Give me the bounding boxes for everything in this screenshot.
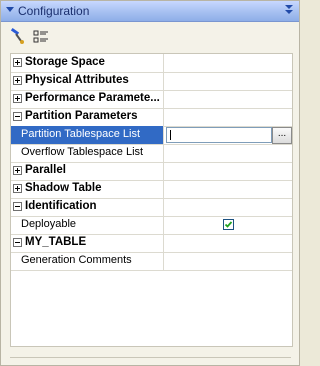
expand-plus-icon[interactable] [13,184,22,193]
category-label: Performance Paramete... [25,92,160,104]
row-name-cell: Parallel [11,162,164,180]
expand-plus-icon[interactable] [13,58,22,67]
property-row[interactable]: Deployable [11,216,292,235]
deployable-checkbox[interactable] [223,219,234,230]
property-row-selected[interactable]: Partition Tablespace List ... [11,126,292,145]
property-list-icon [33,30,48,43]
category-row[interactable]: Identification [11,198,292,217]
property-grid: Storage Space Physical Attributes Perfor… [10,53,293,347]
collapse-arrow-icon[interactable] [6,7,14,12]
category-label: Storage Space [25,56,105,68]
category-row[interactable]: Shadow Table [11,180,292,199]
row-value-cell [164,72,292,90]
expand-plus-icon[interactable] [13,76,22,85]
panel-title: Configuration [18,4,90,18]
text-caret [170,130,171,140]
expand-plus-icon[interactable] [13,166,22,175]
row-value-cell [164,162,292,180]
row-value-cell[interactable] [164,144,292,162]
row-value-cell [164,180,292,198]
row-value-cell [164,216,292,234]
row-name-cell: Partition Parameters [11,108,164,126]
row-name-cell: Generation Comments [11,252,164,270]
collapse-minus-icon[interactable] [13,112,22,121]
row-value-cell [164,108,292,126]
row-value-cell[interactable] [164,252,292,270]
toolbar [1,22,299,50]
paintbrush-button[interactable] [7,27,27,47]
row-value-cell [164,198,292,216]
configuration-panel: Configuration Storage Space Physical Att… [0,0,300,366]
category-row[interactable]: Performance Paramete... [11,90,292,109]
ellipsis-button[interactable]: ... [272,127,292,144]
category-label: Partition Parameters [25,110,138,122]
panel-titlebar[interactable]: Configuration [1,1,299,22]
property-label: Overflow Tablespace List [21,146,144,158]
category-row[interactable]: MY_TABLE [11,234,292,253]
collapse-minus-icon[interactable] [13,202,22,211]
row-name-cell: Performance Paramete... [11,90,164,108]
row-name-cell: Overflow Tablespace List [11,144,164,162]
row-value-cell: ... [164,126,292,144]
panel-menu-chevron-icon[interactable] [284,5,294,15]
row-value-cell [164,90,292,108]
category-row[interactable]: Partition Parameters [11,108,292,127]
row-name-cell: Identification [11,198,164,216]
row-name-cell: Partition Tablespace List [11,126,164,144]
property-list-button[interactable] [31,27,51,47]
row-name-cell: MY_TABLE [11,234,164,252]
category-row[interactable]: Physical Attributes [11,72,292,91]
bottom-divider [10,357,291,358]
property-label: Generation Comments [21,254,132,266]
category-label: Parallel [25,164,66,176]
property-row[interactable]: Overflow Tablespace List [11,144,292,163]
property-row[interactable]: Generation Comments [11,252,292,271]
category-row[interactable]: Parallel [11,162,292,181]
row-name-cell: Deployable [11,216,164,234]
paintbrush-icon [10,27,24,44]
expand-plus-icon[interactable] [13,94,22,103]
checkmark-icon [224,221,233,228]
category-label: Identification [25,200,97,212]
row-name-cell: Storage Space [11,54,164,72]
row-value-cell [164,234,292,252]
property-label: Deployable [21,218,77,230]
row-name-cell: Physical Attributes [11,72,164,90]
category-label: Physical Attributes [25,74,129,86]
collapse-minus-icon[interactable] [13,238,22,247]
partition-tablespace-input[interactable] [166,127,272,143]
category-row[interactable]: Storage Space [11,54,292,73]
category-label: Shadow Table [25,182,102,194]
category-label: MY_TABLE [25,236,87,248]
property-label: Partition Tablespace List [21,128,141,140]
row-name-cell: Shadow Table [11,180,164,198]
row-value-cell [164,54,292,72]
